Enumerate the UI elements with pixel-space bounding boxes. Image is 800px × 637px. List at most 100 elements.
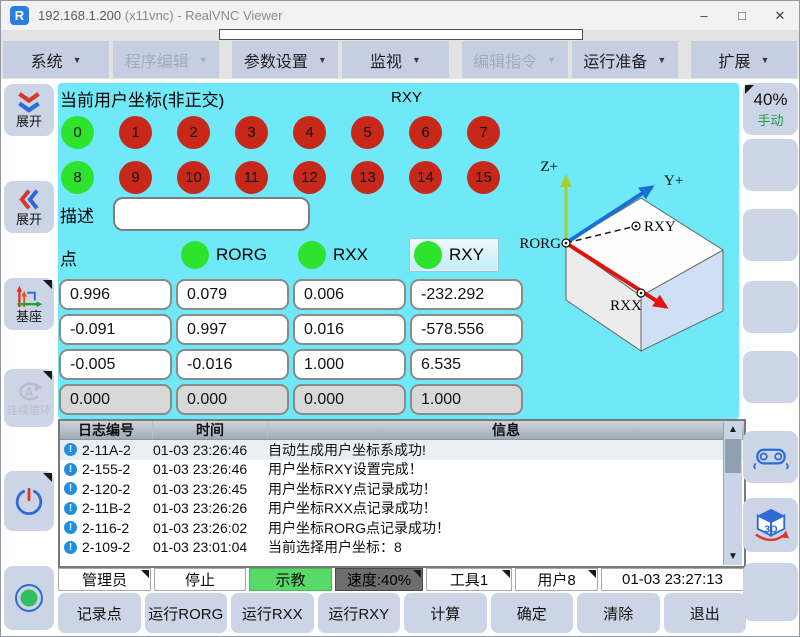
expand-down-button[interactable]: 展开: [4, 84, 54, 136]
point-rxx-label: RXX: [333, 245, 368, 265]
matrix-cell-r3c4[interactable]: 6.535: [410, 349, 523, 380]
run-rorg-button[interactable]: 运行RORG: [145, 593, 228, 633]
scroll-thumb[interactable]: [725, 439, 741, 473]
coord-slot-9[interactable]: 9: [119, 161, 152, 194]
jog-controller-button[interactable]: [743, 431, 798, 483]
point-radio-rxx[interactable]: RXX: [298, 238, 368, 272]
log-row[interactable]: !2-120-201-03 23:26:45用户坐标RXY点记录成功！: [60, 479, 744, 499]
expand-left-label: 展开: [16, 213, 42, 227]
log-time: 01-03 23:26:46: [153, 461, 268, 477]
matrix-cell-r2c3[interactable]: 0.016: [293, 314, 406, 345]
matrix-cell-r1c3[interactable]: 0.006: [293, 279, 406, 310]
confirm-button[interactable]: 确定: [491, 593, 574, 633]
matrix-cell-r3c1[interactable]: -0.005: [59, 349, 172, 380]
chevron-down-icon: ▼: [73, 55, 82, 65]
matrix-cell-r3c3[interactable]: 1.000: [293, 349, 406, 380]
log-table-body: !2-11A-201-03 23:26:46自动生成用户坐标系成功!!2-155…: [60, 440, 744, 557]
menu-item-3[interactable]: 参数设置▼: [232, 41, 338, 78]
close-button[interactable]: ✕: [761, 1, 799, 30]
menu-item-1[interactable]: 系统▼: [3, 41, 109, 78]
coord-slot-0[interactable]: 0: [61, 116, 94, 149]
coord-slot-15[interactable]: 15: [467, 161, 500, 194]
minimize-button[interactable]: –: [685, 1, 723, 30]
status-speed[interactable]: 速度:40%: [335, 568, 423, 591]
blank-button-2[interactable]: [743, 209, 798, 261]
info-icon: !: [64, 521, 77, 534]
scroll-down-icon[interactable]: ▼: [724, 549, 742, 565]
menu-item-7[interactable]: 扩展▼: [691, 41, 797, 78]
coord-slot-6[interactable]: 6: [409, 116, 442, 149]
maximize-button[interactable]: □: [723, 1, 761, 30]
coord-slot-5[interactable]: 5: [351, 116, 384, 149]
servo-status-button[interactable]: [4, 566, 54, 630]
coord-slot-8[interactable]: 8: [61, 161, 94, 194]
run-rxy-button[interactable]: 运行RXY: [318, 593, 401, 633]
log-row[interactable]: !2-11B-201-03 23:26:26用户坐标RXX点记录成功！: [60, 499, 744, 519]
coord-slot-7[interactable]: 7: [467, 116, 500, 149]
blank-button-5[interactable]: [743, 563, 798, 621]
coord-slot-12[interactable]: 12: [293, 161, 326, 194]
menu-item-label: 运行准备: [583, 48, 647, 72]
log-id: 2-109-2: [77, 539, 153, 555]
matrix-cell-r2c4[interactable]: -578.556: [410, 314, 523, 345]
green-indicator-icon: [414, 241, 442, 269]
status-run-state: 停止: [154, 568, 246, 591]
power-button[interactable]: [4, 471, 54, 531]
status-user-level[interactable]: 管理员: [58, 568, 151, 591]
log-row[interactable]: !2-155-201-03 23:26:46用户坐标RXY设置完成！: [60, 460, 744, 480]
coord-slot-4[interactable]: 4: [293, 116, 326, 149]
matrix-cell-r1c4[interactable]: -232.292: [410, 279, 523, 310]
log-message: 用户坐标RORG点记录成功！: [268, 518, 744, 538]
coord-slot-1[interactable]: 1: [119, 116, 152, 149]
blank-button-4[interactable]: [743, 351, 798, 403]
log-row[interactable]: !2-109-201-03 23:01:04当前选择用户坐标：8: [60, 538, 744, 558]
speed-mode-button[interactable]: 40% 手动: [743, 83, 798, 135]
scroll-up-icon[interactable]: ▲: [724, 422, 742, 438]
point-rxy-label: RXY: [449, 245, 484, 265]
matrix-cell-r1c2[interactable]: 0.079: [176, 279, 289, 310]
coord-slot-2[interactable]: 2: [177, 116, 210, 149]
point-radio-rxy[interactable]: RXY: [409, 238, 499, 272]
vnc-viewer-window: R 192.168.1.200 (x11vnc) - RealVNC Viewe…: [0, 0, 800, 637]
point-radio-rorg[interactable]: RORG: [181, 238, 267, 272]
matrix-cell-r1c1[interactable]: 0.996: [59, 279, 172, 310]
coord-slot-13[interactable]: 13: [351, 161, 384, 194]
log-message: 自动生成用户坐标系成功!: [268, 440, 744, 460]
status-tool[interactable]: 工具1: [426, 568, 512, 591]
description-input[interactable]: [113, 197, 310, 231]
calculate-button[interactable]: 计算: [404, 593, 487, 633]
record-point-button[interactable]: 记录点: [58, 593, 141, 633]
status-user-coord[interactable]: 用户8: [515, 568, 598, 591]
base-coord-button[interactable]: 基座: [4, 278, 54, 330]
menu-item-5[interactable]: 编辑指令▼: [462, 41, 568, 78]
log-time: 01-03 23:26:46: [153, 442, 268, 458]
continuous-loop-button[interactable]: A 连续循环: [4, 369, 54, 427]
expand-left-button[interactable]: 展开: [4, 181, 54, 233]
coord-slot-10[interactable]: 10: [177, 161, 210, 194]
run-rxx-button[interactable]: 运行RXX: [231, 593, 314, 633]
chevron-down-icon: ▼: [412, 55, 421, 65]
log-id: 2-11B-2: [77, 500, 153, 516]
menu-item-4[interactable]: 监视▼: [342, 41, 448, 78]
log-scrollbar[interactable]: ▲ ▼: [723, 422, 742, 565]
blank-button-3[interactable]: [743, 281, 798, 333]
matrix-cell-r2c2[interactable]: 0.997: [176, 314, 289, 345]
log-row[interactable]: !2-116-201-03 23:26:02用户坐标RORG点记录成功！: [60, 518, 744, 538]
view-3d-button[interactable]: 3D: [743, 498, 798, 552]
coord-slot-11[interactable]: 11: [235, 161, 268, 194]
exit-button[interactable]: 退出: [664, 593, 747, 633]
log-row[interactable]: !2-11A-201-03 23:26:46自动生成用户坐标系成功!: [60, 440, 744, 460]
matrix-cell-r2c1[interactable]: -0.091: [59, 314, 172, 345]
chevron-down-icon: ▼: [199, 55, 208, 65]
matrix-cell-r3c2[interactable]: -0.016: [176, 349, 289, 380]
menu-item-2[interactable]: 程序编辑▼: [113, 41, 219, 78]
corner-mark-icon: [43, 280, 52, 289]
coord-slot-3[interactable]: 3: [235, 116, 268, 149]
clear-button[interactable]: 清除: [577, 593, 660, 633]
coord-slot-14[interactable]: 14: [409, 161, 442, 194]
loop-a-glyph: A: [24, 386, 33, 400]
corner-mark-icon: [43, 371, 52, 380]
menu-item-6[interactable]: 运行准备▼: [572, 41, 678, 78]
blank-button-1[interactable]: [743, 139, 798, 191]
power-icon: [14, 486, 44, 516]
